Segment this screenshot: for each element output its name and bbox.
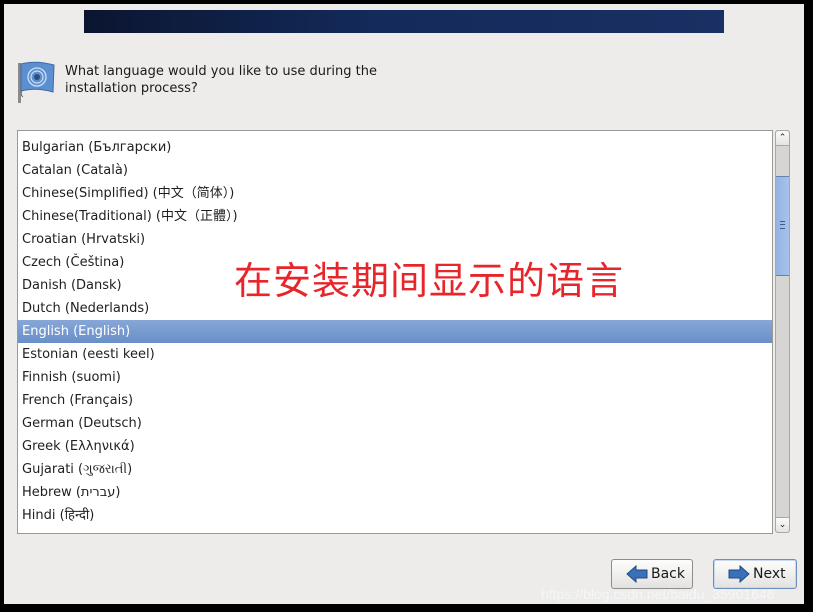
scrollbar-thumb[interactable] [776, 176, 789, 276]
chevron-down-icon: ⌄ [778, 520, 787, 530]
language-item-german[interactable]: German (Deutsch) [18, 412, 772, 435]
language-item-chinese-traditional[interactable]: Chinese(Traditional) (中文（正體）) [18, 205, 772, 228]
language-item-estonian[interactable]: Estonian (eesti keel) [18, 343, 772, 366]
header-banner [84, 10, 724, 33]
installer-window: What language would you like to use duri… [4, 4, 804, 604]
language-item-bulgarian[interactable]: Bulgarian (Български) [18, 136, 772, 159]
chevron-up-icon: ⌃ [778, 133, 787, 143]
page-question: What language would you like to use duri… [65, 63, 377, 97]
language-item-finnish[interactable]: Finnish (suomi) [18, 366, 772, 389]
arrow-right-icon [728, 565, 750, 583]
next-button-label: Next [753, 566, 786, 582]
question-line-2: installation process? [65, 81, 198, 96]
language-item-hindi[interactable]: Hindi (हिन्दी) [18, 504, 772, 527]
annotation-overlay-text: 在安装期间显示的语言 [234, 259, 625, 303]
watermark-text: https://blog.csdn.net/baidu_35901646 [541, 586, 775, 602]
language-item-catalan[interactable]: Catalan (Català) [18, 159, 772, 182]
arrow-left-icon [626, 565, 648, 583]
language-item-french[interactable]: French (Français) [18, 389, 772, 412]
back-button[interactable]: Back [611, 559, 693, 589]
language-item-croatian[interactable]: Croatian (Hrvatski) [18, 228, 772, 251]
language-item-english[interactable]: English (English) [18, 320, 772, 343]
language-flag-icon [16, 60, 56, 104]
scroll-down-button[interactable]: ⌄ [776, 517, 789, 532]
language-list-scrollbar[interactable]: ⌃ ⌄ [775, 130, 790, 533]
language-item-chinese-simplified[interactable]: Chinese(Simplified) (中文（简体）) [18, 182, 772, 205]
language-item-hebrew[interactable]: Hebrew (עברית) [18, 481, 772, 504]
grip-icon [780, 221, 785, 229]
language-item-greek[interactable]: Greek (Ελληνικά) [18, 435, 772, 458]
back-button-label: Back [651, 566, 685, 582]
language-item-gujarati[interactable]: Gujarati (ગુજરાતી) [18, 458, 772, 481]
scroll-up-button[interactable]: ⌃ [776, 131, 789, 146]
question-line-1: What language would you like to use duri… [65, 64, 377, 79]
next-button[interactable]: Next [713, 559, 797, 589]
language-list[interactable]: Bulgarian (Български) Catalan (Català) C… [17, 130, 773, 534]
